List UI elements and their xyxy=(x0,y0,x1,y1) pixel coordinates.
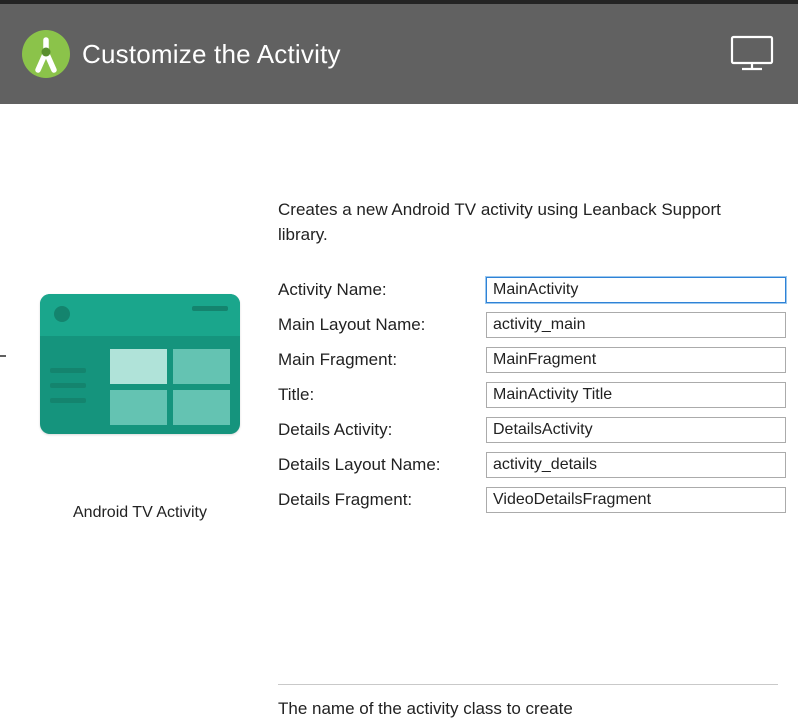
field-row-details-fragment: Details Fragment: xyxy=(278,482,786,517)
main-layout-name-input[interactable] xyxy=(486,312,786,338)
field-label-details-layout-name: Details Layout Name: xyxy=(278,455,486,475)
android-studio-icon xyxy=(22,30,70,78)
wizard-body: Creates a new Android TV activity using … xyxy=(0,104,798,719)
tv-form-factor-icon xyxy=(730,35,774,74)
field-label-main-fragment: Main Fragment: xyxy=(278,350,486,370)
field-label-title: Title: xyxy=(278,385,486,405)
field-row-main-layout-name: Main Layout Name: xyxy=(278,307,786,342)
tv-activity-preview-icon xyxy=(40,294,240,434)
details-layout-name-input[interactable] xyxy=(486,452,786,478)
field-label-main-layout-name: Main Layout Name: xyxy=(278,315,486,335)
field-row-activity-name: Activity Name: xyxy=(278,272,786,307)
main-fragment-input[interactable] xyxy=(486,347,786,373)
activity-name-input[interactable] xyxy=(486,277,786,303)
separator xyxy=(278,684,778,685)
field-label-details-fragment: Details Fragment: xyxy=(278,490,486,510)
details-fragment-input[interactable] xyxy=(486,487,786,513)
android-studio-logo xyxy=(22,30,70,78)
field-row-details-layout-name: Details Layout Name: xyxy=(278,447,786,482)
template-preview-label: Android TV Activity xyxy=(73,504,207,522)
wizard-title: Customize the Activity xyxy=(82,39,341,70)
wizard-banner: Customize the Activity xyxy=(0,4,798,104)
help-text: The name of the activity class to create xyxy=(278,699,778,719)
help-area: The name of the activity class to create xyxy=(278,684,778,719)
title-input[interactable] xyxy=(486,382,786,408)
field-row-main-fragment: Main Fragment: xyxy=(278,342,786,377)
wizard-window: Customize the Activity Creates a new And… xyxy=(0,0,798,719)
field-label-details-activity: Details Activity: xyxy=(278,420,486,440)
side-handle xyxy=(0,355,6,357)
details-activity-input[interactable] xyxy=(486,417,786,443)
template-description: Creates a new Android TV activity using … xyxy=(278,198,768,247)
configuration-form: Activity Name: Main Layout Name: Main Frag… xyxy=(278,272,786,517)
field-row-title: Title: xyxy=(278,377,786,412)
template-preview: Android TV Activity xyxy=(10,294,270,522)
field-row-details-activity: Details Activity: xyxy=(278,412,786,447)
field-label-activity-name: Activity Name: xyxy=(278,280,486,300)
